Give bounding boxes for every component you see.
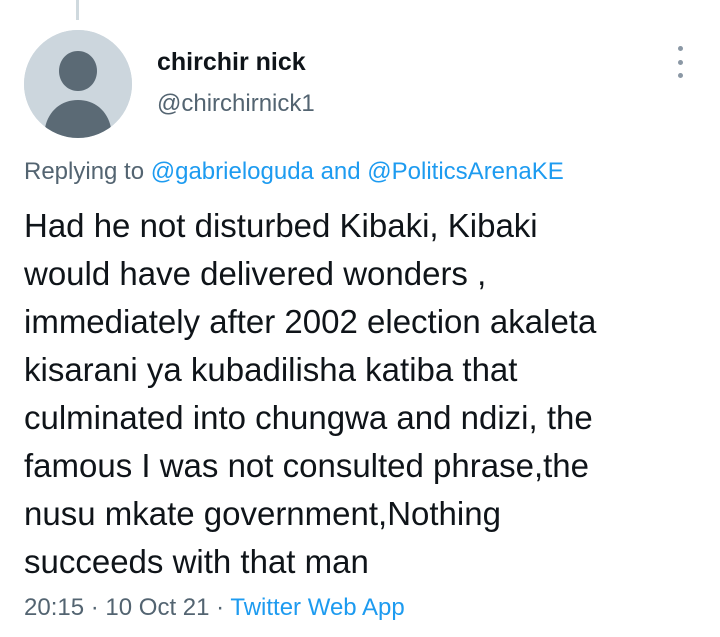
author-display-name[interactable]: chirchir nick [157, 48, 306, 77]
meta-separator: · [90, 594, 99, 621]
tweet-text-line: kisarani ya kubadilisha katiba that [24, 351, 518, 388]
tweet-text-line: nusu mkate government,Nothing [24, 495, 501, 532]
tweet-text-line: culminated into chungwa and ndizi, the [24, 399, 593, 436]
tweet-text-line: Had he not disturbed Kibaki, Kibaki [24, 207, 538, 244]
meta-separator: · [216, 594, 225, 621]
more-vertical-icon [677, 46, 683, 51]
tweet-text-line: famous I was not consulted phrase,the [24, 447, 589, 484]
tweet-source-link[interactable]: Twitter Web App [230, 594, 404, 621]
tweet-metadata: 20:15 · 10 Oct 21 · Twitter Web App [24, 594, 405, 622]
more-options-button[interactable] [668, 46, 692, 78]
more-vertical-icon [677, 73, 683, 78]
tweet-text-line: would have delivered wonders , [24, 255, 487, 292]
tweet-date[interactable]: 10 Oct 21 [105, 594, 209, 621]
reply-mention-link[interactable]: @gabrieloguda [151, 158, 314, 185]
tweet-text: Had he not disturbed Kibaki, Kibaki woul… [24, 202, 704, 586]
tweet-text-line: immediately after 2002 election akaleta [24, 303, 597, 340]
default-profile-icon [24, 30, 132, 138]
replying-to: Replying to @gabrieloguda and @PoliticsA… [24, 158, 564, 186]
reply-mention-link[interactable]: @PoliticsArenaKE [367, 158, 563, 185]
replying-prefix: Replying to [24, 158, 145, 185]
thread-connector-line [76, 0, 79, 20]
more-vertical-icon [677, 59, 683, 65]
avatar[interactable] [24, 30, 132, 138]
tweet-text-line: succeeds with that man [24, 543, 369, 580]
tweet-time[interactable]: 20:15 [24, 594, 84, 621]
reply-and-connector[interactable]: and [321, 158, 361, 185]
author-handle[interactable]: @chirchirnick1 [157, 90, 315, 118]
